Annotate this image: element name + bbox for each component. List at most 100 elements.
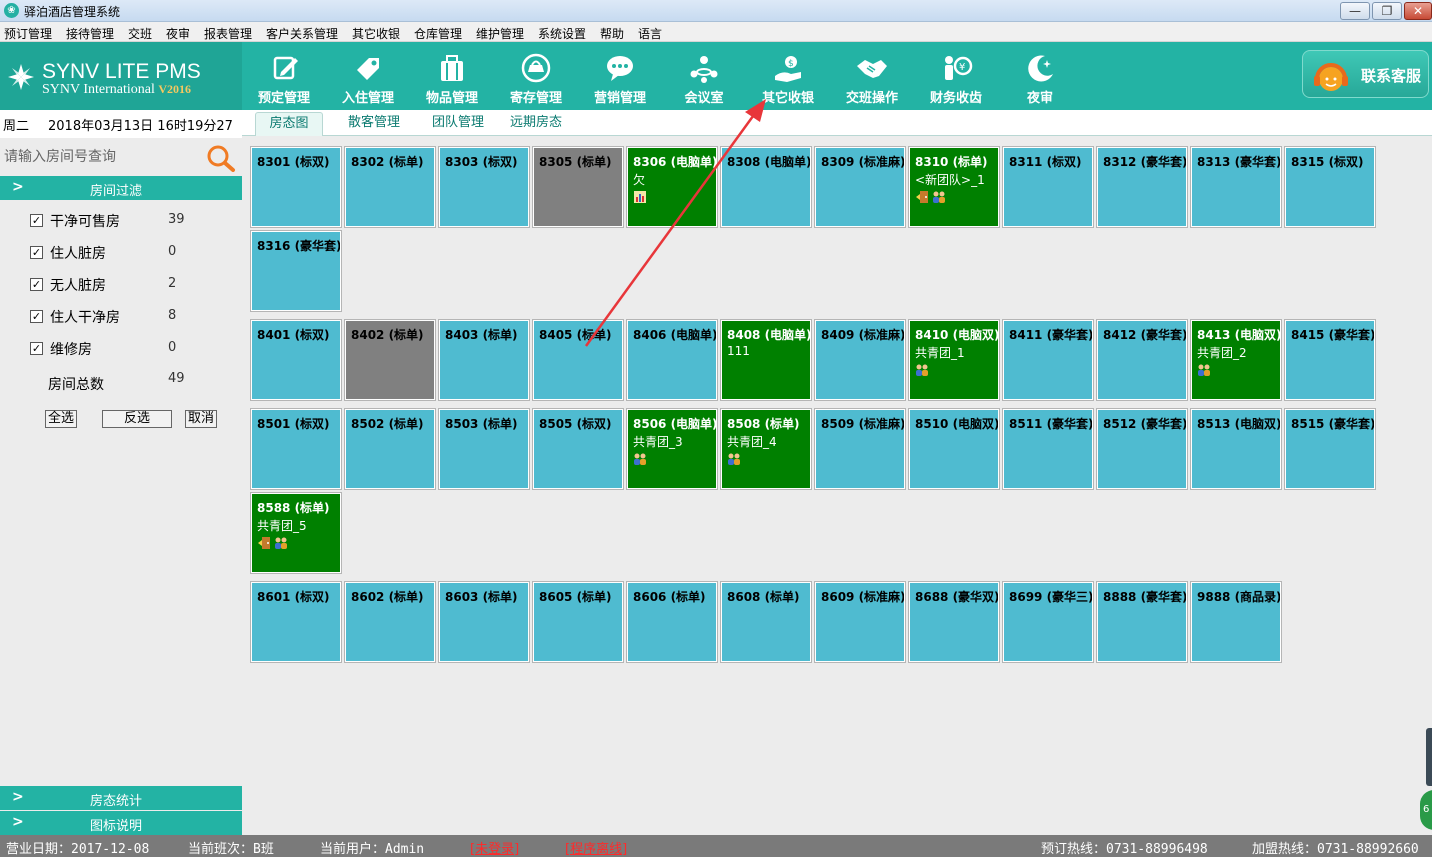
room-tile[interactable]: 8609 (标准麻) [814, 581, 906, 663]
menu-item[interactable]: 帮助 [600, 25, 624, 42]
offline-status-link[interactable]: [程序离线] [565, 838, 627, 857]
room-tile[interactable]: 8310 (标单) <新团队>_1 [908, 146, 1000, 228]
room-stats-header[interactable]: > 房态统计 [0, 786, 242, 810]
side-panel-handle[interactable] [1426, 728, 1432, 786]
room-tile[interactable]: 8313 (豪华套) [1190, 146, 1282, 228]
room-tile[interactable]: 8316 (豪华套) [250, 230, 342, 312]
maximize-button[interactable]: ❐ [1372, 2, 1402, 20]
search-icon[interactable] [206, 144, 236, 172]
room-tile[interactable]: 8506 (电脑单) 共青团_3 [626, 408, 718, 490]
room-tile[interactable]: 8410 (电脑双) 共青团_1 [908, 319, 1000, 401]
room-tile[interactable]: 8513 (电脑双) [1190, 408, 1282, 490]
room-tile[interactable]: 8312 (豪华套) [1096, 146, 1188, 228]
filter-checkbox[interactable]: ✓ [30, 278, 43, 291]
room-tile[interactable]: 9888 (商品录) [1190, 581, 1282, 663]
room-tile[interactable]: 8315 (标双) [1284, 146, 1376, 228]
toolbar-button[interactable]: ¥ 财务收齿 [914, 42, 998, 110]
room-tile[interactable]: 8888 (豪华套) [1096, 581, 1188, 663]
room-tile[interactable]: 8601 (标双) [250, 581, 342, 663]
room-filter-header[interactable]: > 房间过滤 [0, 176, 242, 200]
menu-item[interactable]: 维护管理 [476, 25, 524, 42]
toolbar-button[interactable]: 预定管理 [242, 42, 326, 110]
room-tile[interactable]: 8606 (标单) [626, 581, 718, 663]
room-tile[interactable]: 8309 (标准麻) [814, 146, 906, 228]
room-tile[interactable]: 8515 (豪华套) [1284, 408, 1376, 490]
toolbar-button[interactable]: 夜审 [998, 42, 1082, 110]
icon-legend-header[interactable]: > 图标说明 [0, 811, 242, 835]
tab-item[interactable]: 散客管理 [334, 112, 414, 136]
toolbar-button[interactable]: 交班操作 [830, 42, 914, 110]
room-tile[interactable]: 8505 (标双) [532, 408, 624, 490]
room-tile[interactable]: 8311 (标双) [1002, 146, 1094, 228]
room-filter-row[interactable]: ✓ 干净可售房 39 [30, 211, 230, 233]
filter-checkbox[interactable]: ✓ [30, 246, 43, 259]
room-filter-row[interactable]: ✓ 住人干净房 8 [30, 307, 230, 329]
cancel-selection-button[interactable]: 取消 [185, 410, 217, 428]
menu-item[interactable]: 接待管理 [66, 25, 114, 42]
room-filter-row[interactable]: ✓ 无人脏房 2 [30, 275, 230, 297]
toolbar-button[interactable]: 寄存管理 [494, 42, 578, 110]
room-tile[interactable]: 8302 (标单) [344, 146, 436, 228]
toolbar-button[interactable]: 入住管理 [326, 42, 410, 110]
minimize-button[interactable]: — [1340, 2, 1370, 20]
room-tile[interactable]: 8588 (标单) 共青团_5 [250, 492, 342, 574]
select-all-button[interactable]: 全选 [45, 410, 77, 428]
room-tile[interactable]: 8402 (标单) [344, 319, 436, 401]
room-tile[interactable]: 8415 (豪华套) [1284, 319, 1376, 401]
room-tile[interactable]: 8688 (豪华双) [908, 581, 1000, 663]
room-tile[interactable]: 8503 (标单) [438, 408, 530, 490]
room-tile[interactable]: 8305 (标单) [532, 146, 624, 228]
room-tile[interactable]: 8699 (豪华三) [1002, 581, 1094, 663]
menu-item[interactable]: 夜审 [166, 25, 190, 42]
room-tile[interactable]: 8413 (电脑双) 共青团_2 [1190, 319, 1282, 401]
room-tile[interactable]: 8509 (标准麻) [814, 408, 906, 490]
toolbar-button[interactable]: 营销管理 [578, 42, 662, 110]
room-search-input[interactable] [0, 142, 204, 172]
room-tile[interactable]: 8603 (标单) [438, 581, 530, 663]
room-tile[interactable]: 8412 (豪华套) [1096, 319, 1188, 401]
toolbar-button[interactable]: 会议室 [662, 42, 746, 110]
room-tile[interactable]: 8303 (标双) [438, 146, 530, 228]
room-tile[interactable]: 8405 (标单) [532, 319, 624, 401]
room-tile[interactable]: 8403 (标单) [438, 319, 530, 401]
room-tile[interactable]: 8409 (标准麻) [814, 319, 906, 401]
room-tile[interactable]: 8308 (电脑单) [720, 146, 812, 228]
room-tile[interactable]: 8301 (标双) [250, 146, 342, 228]
room-tile[interactable]: 8511 (豪华套) [1002, 408, 1094, 490]
room-tile[interactable]: 8512 (豪华套) [1096, 408, 1188, 490]
login-status-link[interactable]: [未登录] [470, 838, 519, 857]
filter-checkbox[interactable]: ✓ [30, 342, 43, 355]
room-tile[interactable]: 8408 (电脑单) 111 [720, 319, 812, 401]
filter-checkbox[interactable]: ✓ [30, 310, 43, 323]
room-tile[interactable]: 8406 (电脑单) [626, 319, 718, 401]
room-filter-row[interactable]: ✓ 维修房 0 [30, 339, 230, 361]
room-tile[interactable]: 8501 (标双) [250, 408, 342, 490]
invert-selection-button[interactable]: 反选 [102, 410, 172, 428]
room-tile[interactable]: 8602 (标单) [344, 581, 436, 663]
menu-item[interactable]: 语言 [638, 25, 662, 42]
filter-checkbox[interactable]: ✓ [30, 214, 43, 227]
toolbar-button[interactable]: $ 其它收银 [746, 42, 830, 110]
menu-item[interactable]: 交班 [128, 25, 152, 42]
menu-item[interactable]: 报表管理 [204, 25, 252, 42]
tab-item[interactable]: 房态图 [255, 112, 323, 136]
tab-item[interactable]: 远期房态 [498, 112, 574, 136]
room-tile[interactable]: 8510 (电脑双) [908, 408, 1000, 490]
close-button[interactable]: ✕ [1404, 2, 1432, 20]
room-filter-row[interactable]: ✓ 住人脏房 0 [30, 243, 230, 265]
toolbar-button[interactable]: 物品管理 [410, 42, 494, 110]
menu-item[interactable]: 系统设置 [538, 25, 586, 42]
room-tile[interactable]: 8306 (电脑单) 欠 [626, 146, 718, 228]
contact-support-button[interactable]: 联系客服 [1302, 50, 1429, 98]
floating-badge[interactable]: 6 [1420, 790, 1432, 830]
menu-item[interactable]: 客户关系管理 [266, 25, 338, 42]
room-tile[interactable]: 8411 (豪华套) [1002, 319, 1094, 401]
menu-item[interactable]: 其它收银 [352, 25, 400, 42]
room-tile[interactable]: 8508 (标单) 共青团_4 [720, 408, 812, 490]
room-tile[interactable]: 8605 (标单) [532, 581, 624, 663]
room-tile[interactable]: 8401 (标双) [250, 319, 342, 401]
room-tile[interactable]: 8608 (标单) [720, 581, 812, 663]
menu-item[interactable]: 仓库管理 [414, 25, 462, 42]
room-tile[interactable]: 8502 (标单) [344, 408, 436, 490]
menu-item[interactable]: 预订管理 [4, 25, 52, 42]
